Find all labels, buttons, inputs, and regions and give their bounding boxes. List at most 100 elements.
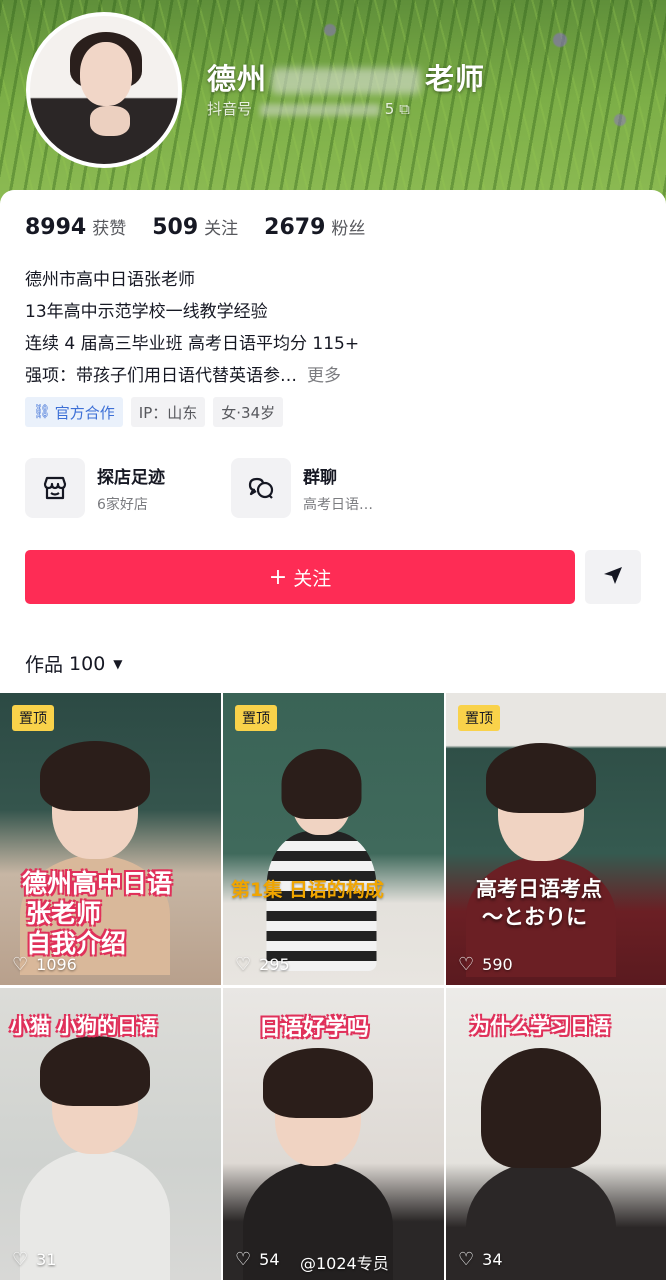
chat-icon [231,458,291,518]
display-name: 德州 老师 [207,56,485,98]
feature-row: 探店足迹 6家好店 群聊 高考日语… [25,458,437,518]
store-icon [25,458,85,518]
bio-line: 强项：带孩子们用日语代替英语参… [25,366,297,386]
video-title-line: 为什么学习日语 [470,1014,610,1038]
stat-value: 509 [152,215,199,240]
bio-line: 连续 4 届高三毕业班 高考日语平均分 115+ [25,334,360,354]
video-thumbnail-person [242,1048,393,1280]
pinned-badge: 置顶 [458,705,500,731]
works-label: 作品 [25,654,64,676]
stat-label: 关注 [204,219,239,239]
avatar-face [80,42,132,106]
avatar[interactable] [26,12,182,168]
feature-subtitle: 高考日语… [303,496,373,513]
stat-following[interactable]: 509 关注 [152,214,238,240]
video-title-line: 高考日语考点 [476,877,602,901]
like-count-value: 31 [36,1250,57,1269]
like-count: ♡ 34 [458,1249,503,1270]
like-count-value: 590 [482,955,513,974]
heart-icon: ♡ [458,1249,475,1270]
works-count: 100 [69,652,106,675]
tag-official-label: 官方合作 [54,403,115,422]
video-thumbnail-person [466,1048,616,1280]
video-thumbnail-person [19,1036,170,1280]
bio-line-last: 强项：带孩子们用日语代替英语参… 更多 [25,360,359,392]
display-name-prefix: 德州 [207,62,268,96]
stats-row: 8994 获赞 509 关注 2679 粉丝 [25,214,391,240]
feature-subtitle: 6家好店 [97,496,148,513]
stat-likes[interactable]: 8994 获赞 [25,214,126,240]
avatar-hand [90,106,130,136]
like-count-value: 34 [482,1250,503,1269]
video-title-line: 小猫 小狗的日语 [10,1014,157,1038]
plus-icon: + [268,564,288,590]
pinned-badge: 置顶 [12,705,54,731]
heart-icon: ♡ [235,1249,252,1270]
pinned-badge: 置顶 [235,705,277,731]
video-title-overlay: 小猫 小狗的日语 [10,1010,157,1039]
bio: 德州市高中日语张老师 13年高中示范学校一线教学经验 连续 4 届高三毕业班 高… [25,264,359,392]
feature-store-visits[interactable]: 探店足迹 6家好店 [25,458,231,518]
account-id[interactable]: 抖音号 5 ⧉ [207,98,410,119]
stat-value: 8994 [25,215,87,240]
like-count: ♡ 590 [458,954,513,975]
video-thumbnail-person [266,749,376,971]
like-count: ♡ 54 [235,1249,280,1270]
watermark: @1024专员 [300,1254,389,1273]
feature-text: 探店足迹 6家好店 [97,463,165,514]
stat-label: 粉丝 [331,219,366,239]
video-title-line: 日语好学吗 [259,1016,370,1041]
like-count-value: 295 [259,955,290,974]
heart-icon: ♡ [12,1249,29,1270]
video-title-overlay: 德州高中日语 张老师 自我介绍 [22,869,172,959]
heart-icon: ♡ [12,954,29,975]
video-title-overlay: 第1集 日语的构成 [231,875,384,902]
like-count-value: 54 [259,1250,280,1269]
video-title-line: 第1集 日语的构成 [231,879,384,901]
follow-button[interactable]: + 关注 [25,550,575,604]
like-count: ♡ 1096 [12,954,77,975]
video-title-overlay: 日语好学吗 [259,1010,369,1042]
video-thumbnail-person [466,743,616,977]
tag-row: ⛓ 官方合作 IP：山东 女·34岁 [25,397,291,427]
video-tile[interactable]: 小猫 小狗的日语 ♡ 31 [0,988,221,1280]
feature-group-chat[interactable]: 群聊 高考日语… [231,458,437,518]
bio-line: 德州市高中日语张老师 [25,270,195,290]
like-count-value: 1096 [36,955,77,974]
feature-title: 群聊 [303,467,337,488]
stat-value: 2679 [264,215,326,240]
video-tile[interactable]: 置顶 高考日语考点 ～とおりに ♡ 590 [446,693,666,985]
video-title-overlay: 为什么学习日语 [470,1010,610,1039]
follow-button-label: 关注 [293,567,332,590]
name-redaction [271,68,422,94]
like-count: ♡ 295 [235,954,290,975]
account-id-redaction [260,103,381,116]
video-title-line: 张老师 [26,899,102,928]
feature-title: 探店足迹 [97,467,165,488]
stat-label: 获赞 [92,219,127,239]
works-tab[interactable]: 作品 100 ▼ [25,650,123,677]
display-name-suffix: 老师 [425,62,486,96]
account-id-label: 抖音号 [207,100,253,118]
video-title-line: 德州高中日语 [22,869,173,898]
profile-banner: 德州 老师 抖音号 5 ⧉ [0,0,666,220]
video-tile[interactable]: 日语好学吗 ♡ 54 [223,988,444,1280]
heart-icon: ♡ [235,954,252,975]
video-title-overlay: 高考日语考点 ～とおりに [476,875,602,931]
bio-more-link[interactable]: 更多 [307,366,341,386]
video-tile[interactable]: 为什么学习日语 ♡ 34 [446,988,666,1280]
tag-gender-age: 女·34岁 [213,397,284,427]
feature-text: 群聊 高考日语… [303,463,373,514]
send-icon [602,564,624,591]
video-grid: 置顶 德州高中日语 张老师 自我介绍 ♡ 1096 置顶 第1集 日语的构成 ♡… [0,693,666,1280]
stat-followers[interactable]: 2679 粉丝 [264,214,365,240]
tag-ip: IP：山东 [130,397,206,427]
tag-official[interactable]: ⛓ 官方合作 [25,397,123,427]
video-tile[interactable]: 置顶 第1集 日语的构成 ♡ 295 [223,693,444,985]
video-tile[interactable]: 置顶 德州高中日语 张老师 自我介绍 ♡ 1096 [0,693,221,985]
like-count: ♡ 31 [12,1249,57,1270]
share-button[interactable] [585,550,641,604]
heart-icon: ♡ [458,954,475,975]
caret-down-icon: ▼ [113,656,123,671]
bio-line: 13年高中示范学校一线教学经验 [25,302,268,322]
